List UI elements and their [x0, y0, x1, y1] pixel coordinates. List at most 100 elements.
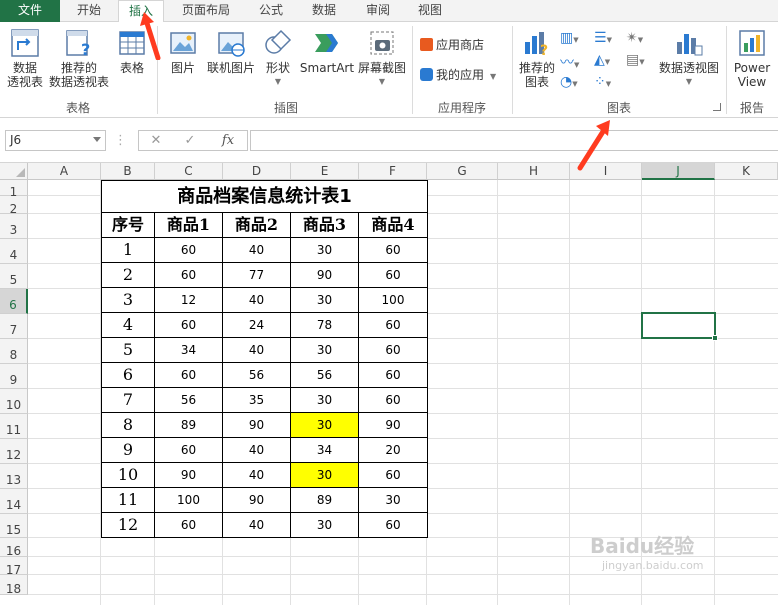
row-index-cell[interactable]: 1 — [101, 238, 155, 263]
column-header-c[interactable]: C — [155, 163, 223, 180]
column-header-g[interactable]: G — [427, 163, 498, 180]
row-header-14[interactable]: 14 — [0, 489, 28, 514]
online-pictures-button[interactable]: 联机图片 — [204, 28, 258, 75]
table-cell[interactable]: 30 — [291, 288, 359, 313]
radar-chart-icon[interactable]: ✴▼ — [626, 30, 643, 46]
table-cell[interactable]: 60 — [359, 513, 428, 538]
row-index-cell[interactable]: 3 — [101, 288, 155, 313]
insert-function-icon[interactable]: fx — [214, 130, 242, 151]
table-cell[interactable]: 60 — [359, 363, 428, 388]
table-cell[interactable]: 60 — [359, 313, 428, 338]
charts-dialog-launcher-icon[interactable] — [713, 103, 721, 111]
enter-icon[interactable]: ✓ — [178, 130, 202, 151]
fill-handle[interactable] — [712, 335, 718, 341]
table-cell[interactable]: 60 — [155, 263, 223, 288]
scatter-chart-icon[interactable]: ⁘▼ — [594, 74, 611, 90]
table-cell[interactable]: 89 — [291, 488, 359, 513]
tab-page-layout[interactable]: 页面布局 — [168, 0, 244, 22]
table-cell[interactable]: 60 — [359, 263, 428, 288]
row-index-cell[interactable]: 8 — [101, 413, 155, 438]
table-cell[interactable]: 30 — [291, 338, 359, 363]
pivot-chart-button[interactable]: 数据透视图 ▼ — [656, 28, 722, 89]
tab-formulas[interactable]: 公式 — [246, 0, 296, 22]
table-header-cell[interactable]: 商品2 — [223, 213, 291, 238]
combo-chart-icon[interactable]: ▤▼ — [626, 52, 645, 68]
row-header-8[interactable]: 8 — [0, 339, 28, 364]
row-header-10[interactable]: 10 — [0, 389, 28, 414]
table-cell[interactable]: 40 — [223, 288, 291, 313]
table-cell[interactable]: 56 — [155, 388, 223, 413]
row-header-4[interactable]: 4 — [0, 239, 28, 264]
select-all-corner[interactable] — [0, 163, 28, 180]
row-header-5[interactable]: 5 — [0, 264, 28, 289]
table-cell[interactable]: 90 — [223, 488, 291, 513]
table-cell[interactable]: 35 — [223, 388, 291, 413]
table-cell[interactable]: 60 — [155, 238, 223, 263]
column-header-k[interactable]: K — [715, 163, 778, 180]
row-index-cell[interactable]: 4 — [101, 313, 155, 338]
area-chart-icon[interactable]: ◭▼ — [594, 52, 610, 68]
row-index-cell[interactable]: 12 — [101, 513, 155, 538]
table-cell[interactable]: 20 — [359, 438, 428, 463]
office-store-button[interactable]: 应用商店 — [420, 34, 484, 56]
cancel-icon[interactable]: ✕ — [144, 130, 168, 151]
table-cell[interactable]: 60 — [155, 313, 223, 338]
table-header-cell[interactable]: 商品1 — [155, 213, 223, 238]
row-header-12[interactable]: 12 — [0, 439, 28, 464]
screenshot-button[interactable]: 屏幕截图 ▼ — [356, 28, 408, 89]
table-cell[interactable]: 30 — [291, 388, 359, 413]
table-header-cell[interactable]: 序号 — [101, 213, 155, 238]
table-cell[interactable]: 56 — [223, 363, 291, 388]
table-cell[interactable]: 34 — [291, 438, 359, 463]
row-index-cell[interactable]: 11 — [101, 488, 155, 513]
table-cell[interactable]: 89 — [155, 413, 223, 438]
row-index-cell[interactable]: 9 — [101, 438, 155, 463]
row-header-16[interactable]: 16 — [0, 538, 28, 558]
shapes-button[interactable]: 形状 ▼ — [260, 28, 296, 89]
table-cell[interactable]: 40 — [223, 463, 291, 488]
row-header-13[interactable]: 13 — [0, 464, 28, 489]
table-cell[interactable]: 60 — [155, 513, 223, 538]
row-index-cell[interactable]: 6 — [101, 363, 155, 388]
column-header-e[interactable]: E — [291, 163, 359, 180]
table-header-cell[interactable]: 商品3 — [291, 213, 359, 238]
pie-chart-icon[interactable]: ◔▼ — [560, 74, 578, 90]
smartart-button[interactable]: SmartArt — [298, 28, 356, 75]
table-cell[interactable]: 90 — [155, 463, 223, 488]
table-cell[interactable]: 77 — [223, 263, 291, 288]
tab-review[interactable]: 审阅 — [352, 0, 404, 22]
row-header-18[interactable]: 18 — [0, 575, 28, 596]
table-cell[interactable]: 60 — [359, 238, 428, 263]
table-cell[interactable]: 30 — [291, 413, 359, 438]
pictures-button[interactable]: 图片 — [164, 28, 202, 75]
table-cell[interactable]: 40 — [223, 338, 291, 363]
table-header-cell[interactable]: 商品4 — [359, 213, 428, 238]
column-header-h[interactable]: H — [498, 163, 570, 180]
tab-data[interactable]: 数据 — [298, 0, 350, 22]
table-cell[interactable]: 30 — [291, 238, 359, 263]
my-apps-button[interactable]: 我的应用 ▼ — [420, 64, 496, 86]
row-index-cell[interactable]: 2 — [101, 263, 155, 288]
table-cell[interactable]: 12 — [155, 288, 223, 313]
table-cell[interactable]: 24 — [223, 313, 291, 338]
column-chart-icon[interactable]: ▥▼ — [560, 30, 579, 46]
column-header-j[interactable]: J — [642, 163, 715, 180]
name-box[interactable]: J6 — [5, 130, 106, 151]
table-cell[interactable]: 34 — [155, 338, 223, 363]
row-header-2[interactable]: 2 — [0, 196, 28, 216]
recommended-pivot-button[interactable]: ? 推荐的 数据透视表 — [48, 28, 110, 89]
column-header-b[interactable]: B — [101, 163, 155, 180]
table-cell[interactable]: 40 — [223, 238, 291, 263]
table-title[interactable]: 商品档案信息统计表1 — [101, 180, 428, 213]
table-cell[interactable]: 100 — [359, 288, 428, 313]
row-header-7[interactable]: 7 — [0, 314, 28, 339]
table-cell[interactable]: 40 — [223, 513, 291, 538]
table-cell[interactable]: 30 — [291, 463, 359, 488]
row-header-9[interactable]: 9 — [0, 364, 28, 389]
table-cell[interactable]: 100 — [155, 488, 223, 513]
table-cell[interactable]: 30 — [359, 488, 428, 513]
row-index-cell[interactable]: 10 — [101, 463, 155, 488]
table-cell[interactable]: 60 — [359, 388, 428, 413]
table-cell[interactable]: 30 — [291, 513, 359, 538]
row-header-1[interactable]: 1 — [0, 180, 28, 199]
